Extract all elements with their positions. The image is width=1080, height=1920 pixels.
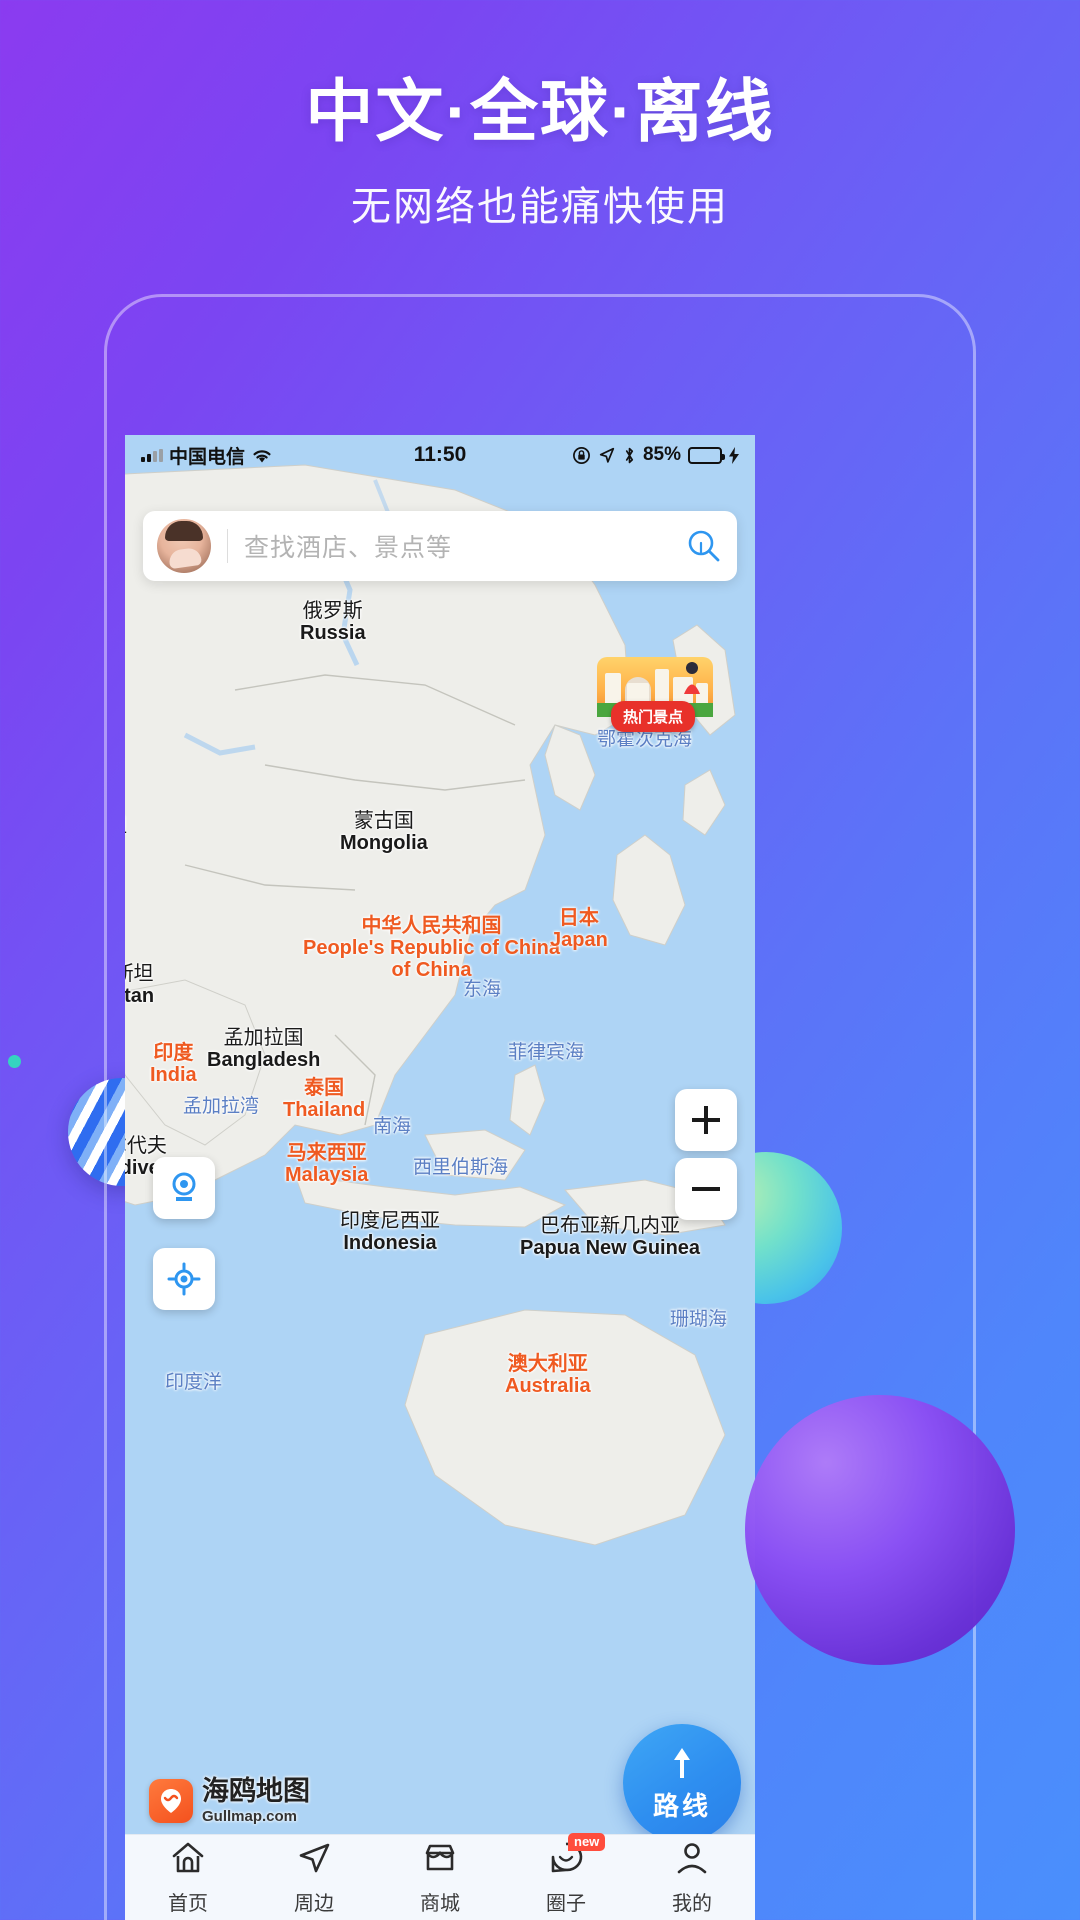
nav-item-nearby-paper-plane[interactable]: 周边 — [251, 1839, 377, 1916]
hot-spots-marker[interactable]: 热门景点 — [597, 657, 713, 735]
nav-item-profile-person[interactable]: 我的 — [629, 1839, 755, 1916]
route-button[interactable]: 路线 — [623, 1724, 741, 1842]
status-bar-right: 85% — [572, 444, 739, 466]
map-label-cn: 马来西亚 — [286, 1142, 367, 1164]
map-label-cn: 巴布亚新几内亚 — [540, 1215, 681, 1237]
map-label-cn: 斯坦 — [125, 963, 154, 985]
rotation-lock-icon — [573, 446, 590, 464]
map-label-sea: 印度洋 — [165, 1372, 223, 1393]
hot-spots-label[interactable]: 热门景点 — [611, 701, 696, 732]
map-layers-button[interactable] — [153, 1157, 215, 1219]
nav-item-label: 商城 — [420, 1893, 460, 1915]
small-dot-decoration — [8, 1055, 21, 1068]
map-label-en: n — [125, 837, 127, 859]
map-label-country: 澳大利亚 Australia — [505, 1353, 591, 1397]
nav-new-badge: new — [568, 1833, 606, 1852]
map-label-en: Thailand — [283, 1099, 366, 1121]
nav-item-label: 我的 — [672, 1893, 712, 1915]
map-label-country: 印度 India — [150, 1042, 197, 1086]
promo-text-block: 中文·全球·离线 无网络也能痛快使用 — [0, 72, 1080, 232]
battery-percent-label: 85% — [642, 444, 681, 465]
map-label-cn: 俄罗斯 — [302, 600, 363, 622]
status-bar: 中国电信 11:50 85% — [125, 435, 755, 475]
my-location-button[interactable] — [153, 1248, 215, 1310]
map-label-en: Japan — [550, 929, 608, 951]
map-label-en: India — [150, 1064, 197, 1086]
map-label-cn: 印度 — [153, 1042, 194, 1064]
map-label-country: 泰国 Thailand — [283, 1077, 365, 1121]
map-label-en: of China — [391, 959, 472, 981]
map-label-cn: 印度尼西亚 — [340, 1210, 440, 1232]
map-label-sea: 东海 — [463, 979, 502, 1000]
map-label-sea: 南海 — [373, 1116, 412, 1137]
map-label-country: 俄罗斯 Russia — [300, 600, 366, 644]
map-label-country: 蒙古国 Mongolia — [340, 810, 428, 854]
map-label-en: Russia — [300, 622, 366, 644]
nav-item-label: 圈子 — [546, 1893, 586, 1915]
map-canvas[interactable]: 俄罗斯 Russia 蒙古国 Mongolia 中华人民共和国 People's Repu… — [125, 435, 755, 1920]
map-label-sea: 孟加拉湾 — [183, 1096, 260, 1117]
promo-subheadline: 无网络也能痛快使用 — [351, 185, 729, 230]
map-label-cn: 中华人民共和国 — [361, 915, 502, 937]
map-label-country: 马来西亚 Malaysia — [285, 1142, 368, 1186]
map-label-sea: 菲律宾海 — [508, 1042, 585, 1063]
nav-item-community-smiley[interactable]: new 圈子 — [503, 1833, 629, 1916]
search-icon[interactable] — [685, 527, 723, 565]
charging-bolt-icon — [729, 446, 739, 464]
map-label-en: People's Republic of China — [303, 937, 561, 959]
watermark-cn-name: 海鸥地图 — [202, 1776, 310, 1806]
map-label-en: Malaysia — [285, 1164, 369, 1186]
zoom-out-button[interactable] — [675, 1158, 737, 1220]
user-avatar[interactable] — [157, 519, 211, 573]
bottom-navigation-bar: 首页 周边 商城 new 圈子 我的 — [125, 1833, 755, 1920]
route-arrow-icon — [674, 1747, 690, 1778]
map-label-country: 孟加拉国 Bangladesh — [207, 1027, 320, 1071]
zoom-in-button[interactable] — [675, 1089, 737, 1151]
map-label-cn: 坦 — [125, 815, 127, 837]
gullmap-pin-logo-icon — [149, 1779, 193, 1823]
nav-item-label: 周边 — [294, 1893, 334, 1915]
nav-item-home[interactable]: 首页 — [125, 1839, 251, 1916]
map-label-sea: 珊瑚海 — [670, 1309, 728, 1330]
map-label-cn: 孟加拉国 — [223, 1027, 304, 1049]
map-label-sea: 西里伯斯海 — [413, 1157, 509, 1178]
map-label-country: 坦n — [125, 815, 127, 859]
map-label-country: 巴布亚新几内亚 Papua New Guinea — [520, 1215, 700, 1259]
map-layers-icon — [172, 1172, 196, 1201]
map-label-en: stan — [125, 985, 155, 1007]
map-label-country: 中华人民共和国 People's Republic of China of Chin… — [303, 915, 560, 981]
profile-person-icon — [673, 1839, 711, 1882]
route-button-label: 路线 — [652, 1790, 711, 1821]
map-label-country: 斯坦stan — [125, 963, 154, 1007]
search-divider — [227, 529, 228, 563]
location-arrow-icon — [599, 447, 615, 463]
map-label-cn: 蒙古国 — [353, 810, 414, 832]
phone-screen: 俄罗斯 Russia 蒙古国 Mongolia 中华人民共和国 People's Repu… — [125, 435, 755, 1920]
app-watermark: 海鸥地图 Gullmap.com — [149, 1778, 310, 1824]
map-label-en: Mongolia — [340, 832, 428, 854]
promo-headline: 中文·全球·离线 — [305, 74, 775, 150]
map-label-en: Bangladesh — [207, 1049, 321, 1071]
bluetooth-icon — [625, 447, 634, 463]
search-bar[interactable]: 查找酒店、景点等 — [143, 511, 737, 581]
watermark-en-name: Gullmap.com — [202, 1808, 298, 1825]
map-label-cn: 澳大利亚 — [507, 1353, 588, 1375]
map-label-en: Australia — [505, 1375, 591, 1397]
home-icon — [169, 1839, 207, 1882]
battery-icon — [688, 446, 725, 464]
map-label-cn: 泰国 — [304, 1077, 345, 1099]
tourist-figure-icon — [684, 662, 700, 694]
map-label-cn: 日本 — [558, 907, 599, 929]
nearby-paper-plane-icon — [295, 1839, 333, 1882]
nav-item-label: 首页 — [168, 1893, 208, 1915]
store-icon — [421, 1839, 459, 1882]
map-label-en: Indonesia — [343, 1232, 437, 1254]
nav-item-store[interactable]: 商城 — [377, 1839, 503, 1916]
my-location-icon — [167, 1262, 201, 1296]
map-label-en: Papua New Guinea — [520, 1237, 701, 1259]
map-label-cn: 尔代夫 — [125, 1135, 167, 1157]
map-label-country: 日本 Japan — [550, 907, 608, 951]
map-label-country: 印度尼西亚 Indonesia — [340, 1210, 440, 1254]
search-input[interactable]: 查找酒店、景点等 — [244, 528, 685, 564]
